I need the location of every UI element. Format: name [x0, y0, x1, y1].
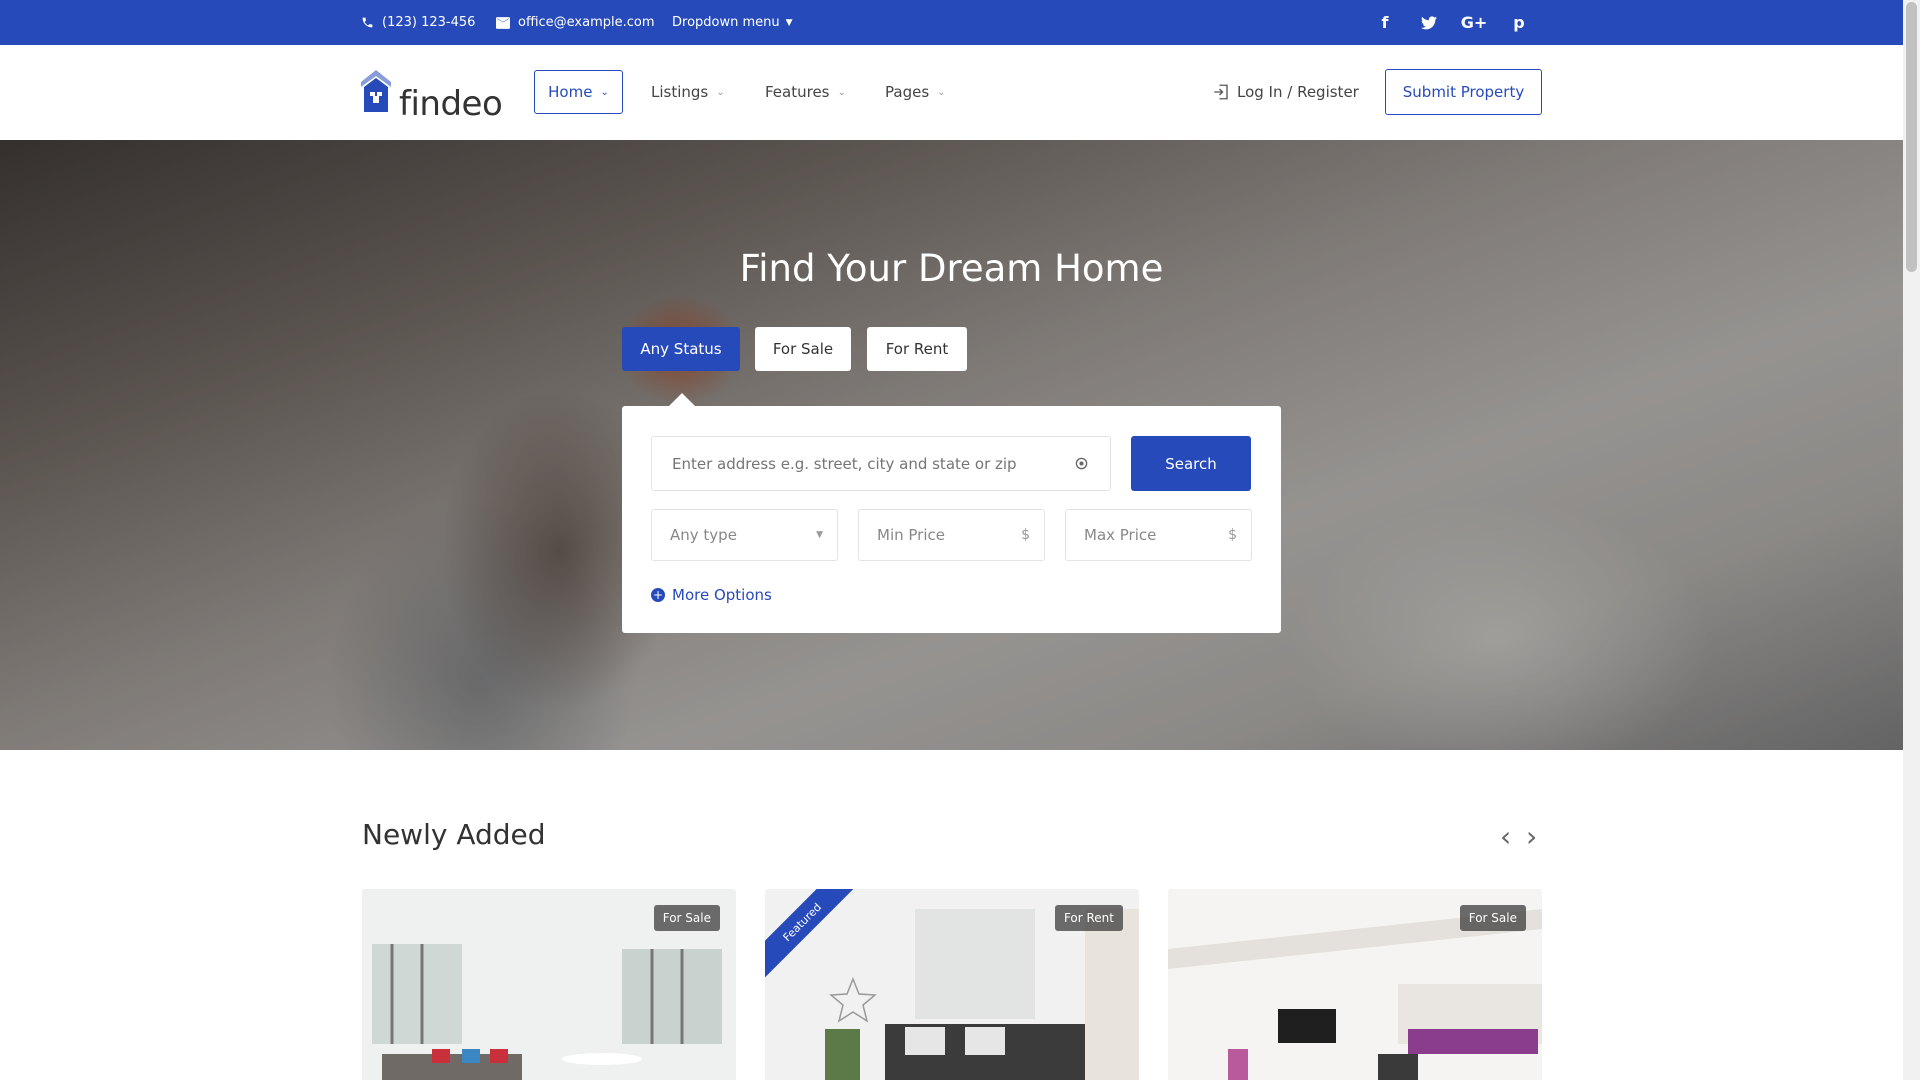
active-tab-pointer [668, 393, 696, 407]
google-plus-icon[interactable]: G+ [1459, 0, 1489, 45]
envelope-icon [496, 16, 510, 29]
search-panel: Search Any type ▼ Min Price $ Max Price … [622, 406, 1281, 633]
chevron-down-icon: ⌄ [716, 86, 725, 98]
nav-home-label: Home [548, 83, 593, 101]
status-badge: For Sale [653, 905, 720, 931]
listing-card[interactable]: For Sale [1168, 889, 1542, 1080]
nav-home[interactable]: Home ⌄ [534, 70, 623, 114]
phone-icon [362, 17, 373, 28]
listing-card[interactable]: Featured For Rent [765, 889, 1139, 1080]
min-price-placeholder: Min Price [877, 526, 945, 544]
tab-for-rent[interactable]: For Rent [867, 327, 967, 371]
chevron-down-icon: ⌄ [937, 86, 946, 98]
dropdown-menu-label: Dropdown menu [672, 15, 780, 30]
dollar-icon: $ [1228, 527, 1237, 543]
scrollbar-thumb[interactable] [1906, 2, 1917, 272]
caret-down-icon: ▼ [785, 17, 793, 28]
nav-features[interactable]: Features ⌄ [765, 70, 846, 114]
more-options-label: More Options [672, 586, 772, 604]
logo-text[interactable]: findeo [399, 84, 503, 124]
status-badge: For Rent [1054, 905, 1123, 931]
carousel-prev-icon[interactable]: ‹ [1500, 820, 1511, 853]
search-button[interactable]: Search [1131, 436, 1251, 491]
section-title: Newly Added [362, 818, 546, 851]
tab-for-sale[interactable]: For Sale [755, 327, 851, 371]
nav-pages-label: Pages [885, 83, 930, 101]
nav-listings[interactable]: Listings ⌄ [651, 70, 725, 114]
nav-features-label: Features [765, 83, 830, 101]
phone-contact[interactable]: (123) 123-456 [361, 0, 475, 45]
location-target-icon[interactable] [1075, 457, 1088, 470]
hero-title: Find Your Dream Home [739, 247, 1164, 290]
sign-in-icon [1214, 84, 1228, 100]
pinterest-icon[interactable]: 𝗽 [1504, 0, 1534, 45]
submit-property-button[interactable]: Submit Property [1385, 69, 1542, 115]
logo-house-icon[interactable] [361, 70, 391, 112]
email-address: office@example.com [518, 15, 655, 30]
carousel-next-icon[interactable]: › [1526, 820, 1537, 853]
more-options-toggle[interactable]: + More Options [651, 586, 772, 604]
nav-listings-label: Listings [651, 83, 709, 101]
property-type-value: Any type [670, 526, 737, 544]
phone-number: (123) 123-456 [382, 15, 476, 30]
tab-any-status[interactable]: Any Status [622, 327, 740, 371]
top-bar: (123) 123-456 office@example.com Dropdow… [0, 0, 1903, 45]
caret-down-icon: ▼ [816, 530, 823, 540]
facebook-icon[interactable]: f [1370, 0, 1400, 45]
max-price-placeholder: Max Price [1084, 526, 1157, 544]
min-price-input[interactable]: Min Price $ [858, 509, 1045, 561]
nav-pages[interactable]: Pages ⌄ [885, 70, 946, 114]
property-type-select[interactable]: Any type ▼ [651, 509, 838, 561]
max-price-input[interactable]: Max Price $ [1065, 509, 1252, 561]
listing-card[interactable]: For Sale [362, 889, 736, 1080]
email-contact[interactable]: office@example.com [496, 0, 655, 45]
dollar-icon: $ [1021, 527, 1030, 543]
chevron-down-icon: ⌄ [837, 86, 846, 98]
plus-circle-icon: + [651, 588, 665, 602]
chevron-down-icon: ⌄ [600, 86, 609, 98]
login-register-label: Log In / Register [1237, 83, 1359, 101]
address-search-input[interactable] [651, 436, 1111, 491]
hero-section: Find Your Dream Home Any Status For Sale… [0, 140, 1903, 750]
main-header: findeo Home ⌄ Listings ⌄ Features ⌄ Page… [0, 45, 1903, 141]
dropdown-menu[interactable]: Dropdown menu ▼ [672, 0, 793, 45]
status-badge: For Sale [1459, 905, 1526, 931]
login-register-link[interactable]: Log In / Register [1212, 70, 1359, 114]
twitter-icon[interactable] [1414, 0, 1444, 45]
